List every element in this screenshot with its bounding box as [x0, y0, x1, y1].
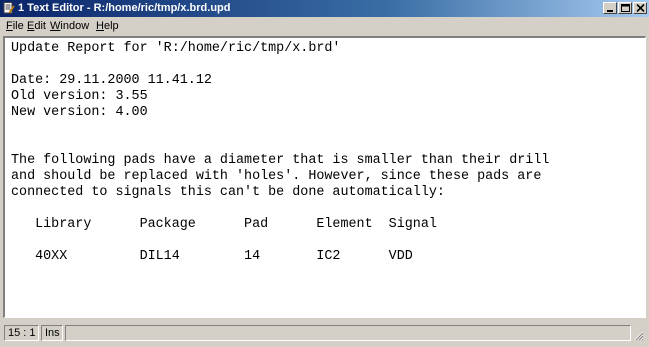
menu-help-label: elp — [103, 20, 119, 32]
menu-edit[interactable]: Edit — [25, 17, 48, 36]
editor-line: connected to signals this can't be done … — [11, 185, 445, 200]
resize-grip-icon[interactable] — [632, 329, 644, 341]
menu-file-mnemonic: F — [6, 20, 13, 32]
menu-file-label: ile — [12, 20, 24, 32]
minimize-icon — [607, 10, 613, 12]
status-bar: 15 : 1 Ins — [3, 321, 646, 343]
text-editor-area[interactable]: Update Report for 'R:/home/ric/tmp/x.brd… — [3, 36, 646, 318]
close-button[interactable] — [633, 2, 647, 14]
minimize-button[interactable] — [603, 2, 617, 14]
editor-line: and should be replaced with 'holes'. How… — [11, 169, 542, 184]
menu-file[interactable]: File — [4, 17, 26, 36]
menu-window-mnemonic: W — [50, 20, 61, 32]
menu-edit-label: dit — [34, 20, 46, 32]
maximize-button[interactable] — [618, 2, 632, 14]
text-editor-window: 1 Text Editor - R:/home/ric/tmp/x.brd.up… — [0, 0, 649, 347]
text-editor-icon — [3, 2, 15, 14]
editor-line: Library Package Pad Element Signal — [11, 217, 437, 232]
editor-line: 40XX DIL14 14 IC2 VDD — [11, 249, 413, 264]
editor-line: Update Report for 'R:/home/ric/tmp/x.brd… — [11, 41, 341, 56]
close-icon — [636, 4, 645, 12]
editor-line: Old version: 3.55 — [11, 89, 148, 104]
menu-window-label: indow — [60, 20, 90, 32]
window-controls — [603, 2, 647, 15]
status-message-panel — [65, 325, 631, 341]
menu-help-mnemonic: H — [96, 20, 104, 32]
editor-line: The following pads have a diameter that … — [11, 153, 550, 168]
editor-line: Date: 29.11.2000 11.41.12 — [11, 73, 212, 88]
window-title: 1 Text Editor - R:/home/ric/tmp/x.brd.up… — [18, 2, 231, 14]
menu-bar: File Edit Window Help — [0, 17, 649, 36]
menu-help[interactable]: Help — [94, 17, 121, 36]
insert-mode-indicator: Ins — [41, 325, 63, 341]
menu-window[interactable]: Window — [48, 17, 91, 36]
maximize-icon — [621, 4, 630, 12]
editor-line: New version: 4.00 — [11, 105, 148, 120]
editor-content[interactable]: Update Report for 'R:/home/ric/tmp/x.brd… — [5, 38, 645, 265]
cursor-position: 15 : 1 — [4, 325, 39, 341]
title-bar[interactable]: 1 Text Editor - R:/home/ric/tmp/x.brd.up… — [0, 0, 649, 17]
